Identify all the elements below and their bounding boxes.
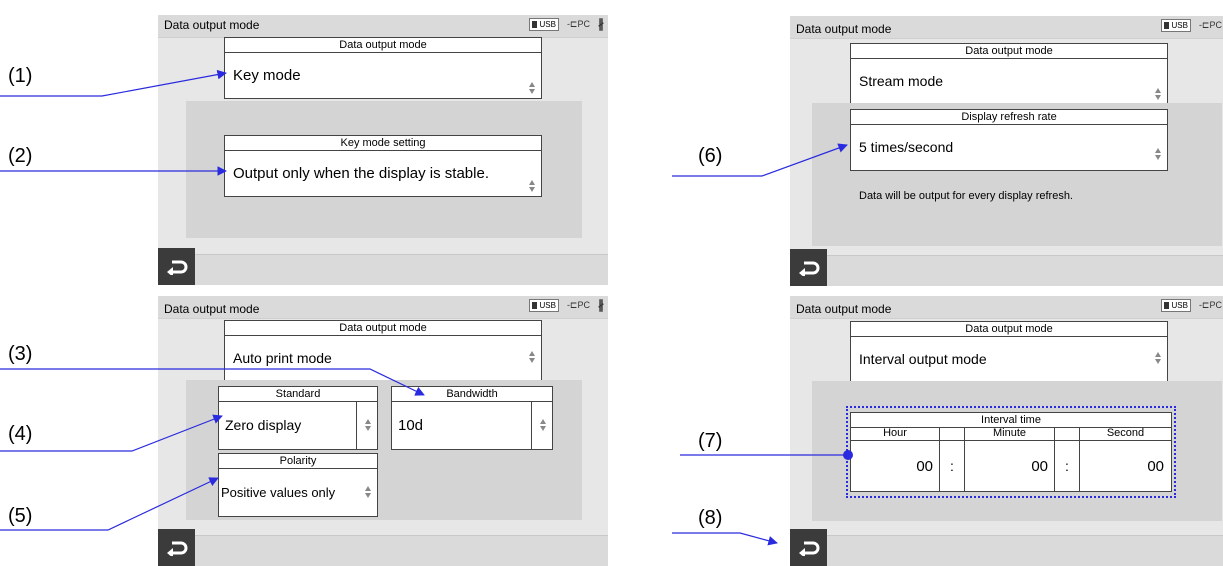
refresh-note: Data will be output for every display re… (859, 190, 1073, 202)
usb-icon: USB (529, 298, 559, 312)
status-icons: USB -⊏PC ∦ (529, 17, 604, 31)
return-arrow-icon (798, 261, 819, 276)
spinner-icon[interactable] (540, 419, 546, 431)
key-mode-setting-select[interactable]: Key mode setting Output only when the di… (224, 135, 542, 197)
back-button[interactable] (158, 248, 195, 285)
header-bar: Data output mode USB -⊏PC ∦ (158, 15, 608, 38)
annotation-label-7: (7) (698, 430, 723, 452)
bandwidth-select[interactable]: Bandwidth 10d (391, 386, 553, 450)
field-title: Display refresh rate (851, 110, 1167, 125)
hour-input[interactable]: 00 (851, 441, 940, 491)
annotation-label-3: (3) (8, 343, 33, 365)
annotation-label-8: (8) (698, 507, 723, 529)
divider (531, 401, 532, 449)
return-arrow-icon (166, 260, 187, 275)
return-arrow-icon (166, 541, 187, 556)
second-label: Second (1080, 427, 1171, 441)
spinner-icon[interactable] (365, 419, 371, 431)
field-value: 5 times/second (859, 139, 954, 155)
colon-header (940, 427, 965, 441)
spinner-icon[interactable] (1155, 148, 1161, 160)
back-button[interactable] (790, 249, 827, 286)
data-output-mode-select[interactable]: Data output mode Stream mode (850, 43, 1168, 105)
colon-header (1055, 427, 1080, 441)
header-title: Data output mode (796, 302, 892, 316)
spinner-icon[interactable] (365, 486, 371, 498)
annotation-label-5: (5) (8, 505, 33, 527)
field-value: Auto print mode (233, 350, 332, 366)
field-value: Output only when the display is stable. (233, 164, 489, 182)
usb-icon: USB (529, 17, 559, 31)
return-arrow-icon (798, 541, 819, 556)
usb-icon: USB (1161, 298, 1191, 312)
minute-label: Minute (965, 427, 1055, 441)
field-value: 10d (398, 416, 424, 434)
header-bar: Data output mode USB -⊏PC ∦ (790, 16, 1223, 39)
status-icons: USB -⊏PC ∦ (1161, 18, 1223, 32)
arrow-8 (672, 532, 778, 546)
data-output-mode-select[interactable]: Data output mode Interval output mode (850, 321, 1168, 383)
annotation-label-1: (1) (8, 65, 33, 87)
colon-separator: : (1055, 441, 1080, 491)
colon-separator: : (940, 441, 965, 491)
pc-connection-icon: -⊏PC (1198, 299, 1222, 310)
standard-select[interactable]: Standard Zero display (218, 386, 378, 450)
back-button[interactable] (158, 529, 195, 566)
hour-label: Hour (851, 427, 940, 441)
field-value: Interval output mode (859, 351, 987, 367)
spinner-icon[interactable] (1155, 352, 1161, 364)
bluetooth-icon: ∦ (598, 17, 604, 31)
interval-title: Interval time (851, 413, 1171, 428)
field-title: Data output mode (851, 44, 1167, 59)
field-title: Data output mode (225, 38, 541, 53)
spinner-icon[interactable] (529, 351, 535, 363)
field-value: Zero display (225, 417, 302, 433)
spinner-icon[interactable] (529, 82, 535, 94)
pc-connection-icon: -⊏PC (566, 299, 590, 310)
screen-stream-mode: Data output mode USB -⊏PC ∦ Data output … (790, 16, 1223, 286)
header-bar: Data output mode USB -⊏PC ∦ (158, 296, 608, 319)
spinner-icon[interactable] (529, 180, 535, 192)
header-bar: Data output mode USB -⊏PC ∦ (790, 296, 1223, 319)
footer-bar (790, 255, 1223, 286)
field-title: Standard (219, 387, 377, 402)
pc-connection-icon: -⊏PC (566, 18, 590, 29)
field-value: Positive values only (221, 484, 336, 500)
footer-bar (158, 254, 608, 285)
back-button[interactable] (790, 529, 827, 566)
pc-connection-icon: -⊏PC (1198, 19, 1222, 30)
spinner-icon[interactable] (1155, 88, 1161, 100)
header-title: Data output mode (164, 18, 260, 32)
footer-bar (158, 535, 608, 566)
footer-bar (790, 535, 1223, 566)
screen-interval-output-mode: Data output mode USB -⊏PC ∦ Data output … (790, 296, 1223, 566)
field-title: Key mode setting (225, 136, 541, 151)
screen-key-mode: Data output mode USB -⊏PC ∦ Data output … (158, 15, 608, 285)
field-title: Data output mode (851, 322, 1167, 337)
status-icons: USB -⊏PC ∦ (1161, 298, 1223, 312)
divider (356, 401, 357, 449)
annotation-label-6: (6) (698, 145, 723, 167)
screen-auto-print-mode: Data output mode USB -⊏PC ∦ Data output … (158, 296, 608, 566)
data-output-mode-select[interactable]: Data output mode Auto print mode (224, 320, 542, 382)
field-title: Polarity (219, 454, 377, 469)
annotation-label-4: (4) (8, 423, 33, 445)
display-refresh-rate-select[interactable]: Display refresh rate 5 times/second (850, 109, 1168, 171)
data-output-mode-select[interactable]: Data output mode Key mode (224, 37, 542, 99)
bluetooth-icon: ∦ (598, 298, 604, 312)
status-icons: USB -⊏PC ∦ (529, 298, 604, 312)
field-title: Bandwidth (392, 387, 552, 402)
header-title: Data output mode (164, 302, 260, 316)
second-input[interactable]: 00 (1080, 441, 1171, 491)
header-title: Data output mode (796, 22, 892, 36)
field-value: Stream mode (859, 73, 944, 89)
polarity-select[interactable]: Polarity Positive values only (218, 453, 378, 517)
minute-input[interactable]: 00 (965, 441, 1055, 491)
usb-icon: USB (1161, 18, 1191, 32)
annotation-label-2: (2) (8, 145, 33, 167)
field-title: Data output mode (225, 321, 541, 336)
interval-time-group: Interval time Hour Minute Second 00 : 00… (850, 412, 1172, 492)
field-value: Key mode (233, 66, 301, 84)
